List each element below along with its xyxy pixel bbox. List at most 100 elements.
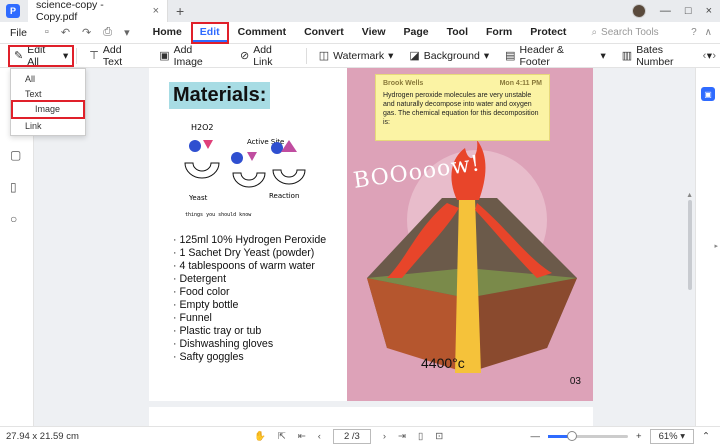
close-window-button[interactable]: × bbox=[706, 5, 712, 17]
sticky-note[interactable]: Brook Wells Mon 4:11 PM Hydrogen peroxid… bbox=[375, 74, 550, 141]
page-number-input[interactable]: 2 /3 bbox=[332, 429, 371, 444]
toolbar-scroll-left-icon[interactable]: ‹ bbox=[703, 50, 707, 62]
temperature-label[interactable]: 4400°c bbox=[421, 355, 465, 371]
header-footer-button[interactable]: ▤ Header & Footer ▾ bbox=[497, 44, 614, 68]
file-menu[interactable]: File bbox=[10, 27, 27, 39]
note-time: Mon 4:11 PM bbox=[499, 80, 542, 87]
maximize-button[interactable]: □ bbox=[685, 5, 692, 17]
search-tools[interactable]: ⌕ Search Tools bbox=[591, 27, 658, 38]
menu-view[interactable]: View bbox=[355, 24, 393, 42]
list-item[interactable]: 1 Sachet Dry Yeast (powder) bbox=[173, 247, 326, 260]
add-text-label: Add Text bbox=[102, 43, 123, 68]
add-link-button[interactable]: ⊘ Add Link bbox=[232, 43, 302, 68]
enzyme-diagram-image[interactable]: H2O2 Active Site Yeast Reaction things y… bbox=[169, 118, 319, 223]
text-box-icon: ⊤ bbox=[89, 50, 99, 62]
single-page-view-icon[interactable]: ▯ bbox=[418, 431, 423, 442]
close-tab-icon[interactable]: × bbox=[153, 5, 159, 17]
zoom-out-icon[interactable]: — bbox=[531, 431, 541, 442]
ai-assistant-icon[interactable]: ▣ bbox=[701, 87, 715, 101]
collapse-status-icon[interactable]: ⌃ bbox=[702, 431, 710, 442]
page-navigation: ✋ ⇱ ⇤ ‹ 2 /3 › ⇥ ▯ ⊡ bbox=[254, 429, 443, 444]
diagram-label-reaction: Reaction bbox=[269, 192, 299, 200]
list-item[interactable]: 125ml 10% Hydrogen Peroxide bbox=[173, 234, 326, 247]
up-arrow-icon[interactable]: ∧ bbox=[705, 27, 712, 38]
quick-access-dropdown-icon[interactable]: ▾ bbox=[124, 26, 130, 39]
menu-convert[interactable]: Convert bbox=[297, 24, 351, 42]
add-image-button[interactable]: ▣ Add Image bbox=[151, 44, 232, 68]
active-site-enzyme-shape bbox=[232, 172, 266, 188]
page-number[interactable]: 03 bbox=[570, 376, 581, 387]
zoom-slider[interactable] bbox=[548, 431, 629, 441]
expand-right-panel-icon[interactable]: ▸ bbox=[714, 242, 718, 250]
help-icon[interactable]: ? bbox=[691, 27, 697, 38]
edit-all-dropdown: All Text Image Link bbox=[10, 68, 86, 136]
minimize-button[interactable]: — bbox=[660, 5, 671, 17]
attachment-panel-icon[interactable]: ▯ bbox=[10, 180, 24, 194]
link-icon: ⊘ bbox=[239, 50, 250, 62]
pdf-page[interactable]: Materials: H2O2 Active Site Yeast Reacti… bbox=[149, 68, 593, 401]
next-page-icon[interactable]: › bbox=[383, 431, 386, 442]
menu-protect[interactable]: Protect bbox=[523, 24, 573, 42]
note-author: Brook Wells bbox=[383, 80, 424, 87]
watermark-button[interactable]: ◫ Watermark ▾ bbox=[311, 45, 402, 67]
add-text-button[interactable]: ⊤ Add Text bbox=[81, 43, 151, 68]
dropdown-item-image[interactable]: Image bbox=[11, 100, 85, 119]
page-size-label: 27.94 x 21.59 cm bbox=[6, 431, 79, 442]
background-icon: ◪ bbox=[409, 50, 420, 62]
select-tool-icon[interactable]: ⇱ bbox=[278, 431, 286, 442]
edit-all-button[interactable]: ✎ Edit All ▾ bbox=[7, 44, 75, 68]
document-tab[interactable]: science-copy - Copy.pdf × bbox=[28, 0, 168, 23]
menu-comment[interactable]: Comment bbox=[231, 24, 293, 42]
list-item[interactable]: Plastic tray or tub bbox=[173, 325, 326, 338]
chevron-down-icon: ▾ bbox=[388, 49, 394, 62]
page-right-column: Brook Wells Mon 4:11 PM Hydrogen peroxid… bbox=[347, 68, 593, 401]
zoom-slider-handle[interactable] bbox=[567, 431, 578, 441]
list-item[interactable]: 4 tablespoons of warm water bbox=[173, 260, 326, 273]
menu-page[interactable]: Page bbox=[397, 24, 436, 42]
hand-tool-icon[interactable]: ✋ bbox=[254, 431, 266, 442]
save-icon[interactable]: ▫ bbox=[45, 26, 49, 39]
zoom-level-select[interactable]: 61% ▾ bbox=[649, 429, 695, 444]
toolbar-divider bbox=[76, 47, 78, 64]
edit-toolbar: ✎ Edit All ▾ ⊤ Add Text ▣ Add Image ⊘ Ad… bbox=[0, 44, 720, 68]
menu-tool[interactable]: Tool bbox=[440, 24, 475, 42]
toolbar-scroll-right-icon[interactable]: › bbox=[712, 50, 716, 62]
scroll-up-icon[interactable]: ▲ bbox=[686, 192, 693, 199]
vertical-scrollbar-thumb[interactable] bbox=[688, 200, 692, 290]
last-page-icon[interactable]: ⇥ bbox=[398, 431, 406, 442]
dropdown-item-link[interactable]: Link bbox=[11, 118, 85, 133]
list-item[interactable]: Empty bottle bbox=[173, 299, 326, 312]
background-button[interactable]: ◪ Background ▾ bbox=[401, 45, 497, 67]
materials-heading[interactable]: Materials: bbox=[169, 82, 271, 109]
undo-icon[interactable]: ↶ bbox=[61, 26, 70, 39]
chevron-down-icon: ▾ bbox=[62, 49, 69, 62]
menu-home[interactable]: Home bbox=[146, 24, 189, 42]
comment-panel-icon[interactable]: ▢ bbox=[10, 148, 24, 162]
add-link-label: Add Link bbox=[253, 43, 273, 68]
menu-edit[interactable]: Edit bbox=[190, 21, 229, 44]
zoom-in-icon[interactable]: + bbox=[636, 431, 642, 442]
yeast-enzyme-shape bbox=[184, 162, 220, 179]
previous-page-icon[interactable]: ‹ bbox=[318, 431, 321, 442]
user-avatar[interactable] bbox=[631, 4, 646, 18]
redo-icon[interactable]: ↷ bbox=[82, 26, 91, 39]
next-pdf-page[interactable] bbox=[149, 407, 593, 427]
search-icon: ⌕ bbox=[591, 27, 598, 38]
list-item[interactable]: Funnel bbox=[173, 312, 326, 325]
toolbar-divider bbox=[305, 47, 307, 64]
new-tab-button[interactable]: + bbox=[176, 3, 184, 19]
zoom-controls: — + 61% ▾ ⌃ bbox=[531, 429, 710, 444]
list-item[interactable]: Food color bbox=[173, 286, 326, 299]
watermark-label: Watermark bbox=[333, 49, 385, 62]
list-item[interactable]: Detergent bbox=[173, 273, 326, 286]
document-canvas[interactable]: Materials: H2O2 Active Site Yeast Reacti… bbox=[35, 68, 695, 427]
list-item[interactable]: Dishwashing gloves bbox=[173, 338, 326, 351]
dropdown-item-all[interactable]: All bbox=[11, 71, 85, 86]
fit-page-icon[interactable]: ⊡ bbox=[435, 431, 443, 442]
list-item[interactable]: Safty goggles bbox=[173, 351, 326, 364]
menu-form[interactable]: Form bbox=[479, 24, 519, 42]
dropdown-item-text[interactable]: Text bbox=[11, 86, 85, 101]
print-icon[interactable]: ⎙ bbox=[103, 26, 112, 39]
first-page-icon[interactable]: ⇤ bbox=[298, 431, 306, 442]
search-panel-icon[interactable]: ○ bbox=[10, 212, 24, 226]
